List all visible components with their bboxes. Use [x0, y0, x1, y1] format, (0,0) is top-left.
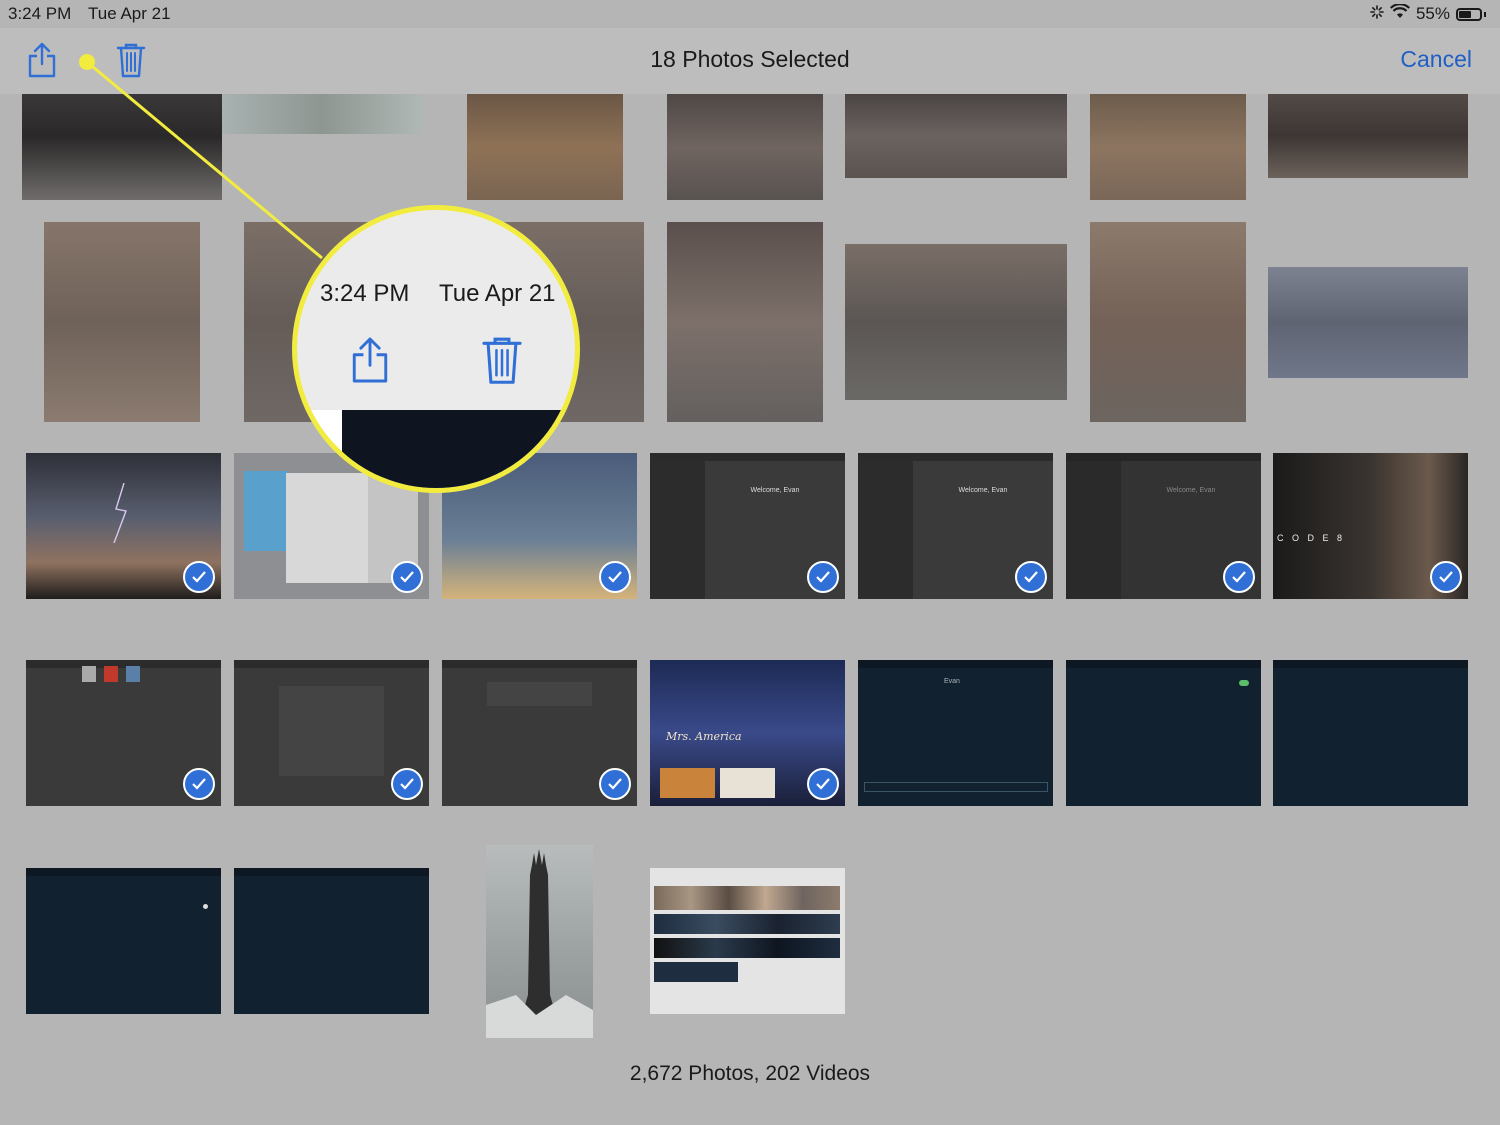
photo-thumbnail[interactable]: [26, 868, 221, 1014]
photo-thumbnail[interactable]: [845, 244, 1067, 400]
profile-name: Evan: [944, 678, 960, 685]
cancel-button[interactable]: Cancel: [1400, 46, 1472, 73]
selected-check-icon: [183, 561, 215, 593]
share-icon: [349, 335, 391, 390]
selected-check-icon: [1430, 561, 1462, 593]
navigation-bar: 18 Photos Selected Cancel: [0, 28, 1500, 94]
selected-check-icon: [1015, 561, 1047, 593]
movie-title: Mrs. America: [666, 730, 742, 743]
photo-thumbnail[interactable]: [667, 222, 823, 422]
photo-thumbnail[interactable]: [234, 868, 429, 1014]
selected-check-icon: [599, 561, 631, 593]
photo-thumbnail[interactable]: [22, 94, 222, 200]
photo-thumbnail[interactable]: [650, 868, 845, 1014]
photo-thumbnail[interactable]: [1090, 94, 1246, 200]
photo-thumbnail[interactable]: [486, 845, 593, 1038]
callout-date: Tue Apr 21: [439, 280, 556, 307]
status-bar: 3:24 PM Tue Apr 21 55%: [0, 0, 1500, 28]
battery-icon: [1456, 7, 1482, 21]
welcome-text: Welcome, Evan: [750, 487, 800, 494]
selected-check-icon: [391, 768, 423, 800]
trash-icon: [481, 335, 523, 390]
photo-thumbnail[interactable]: [44, 222, 200, 422]
selected-check-icon: [391, 561, 423, 593]
photo-thumbnail[interactable]: Evan: [858, 660, 1053, 806]
movie-title: C O D E 8: [1277, 533, 1346, 543]
photo-thumbnail[interactable]: [26, 453, 221, 599]
selected-check-icon: [599, 768, 631, 800]
wifi-icon: [1389, 3, 1410, 24]
callout-time: 3:24 PM: [320, 280, 410, 307]
selected-check-icon: [807, 561, 839, 593]
selected-check-icon: [807, 768, 839, 800]
photo-thumbnail[interactable]: [1268, 267, 1468, 378]
selected-check-icon: [1223, 561, 1255, 593]
photo-thumbnail[interactable]: [1066, 660, 1261, 806]
photo-thumbnail[interactable]: [234, 660, 429, 806]
photo-thumbnail[interactable]: Welcome, Evan: [650, 453, 845, 599]
photo-thumbnail[interactable]: [26, 660, 221, 806]
battery-percent: 55%: [1415, 4, 1450, 23]
photo-thumbnail[interactable]: [1268, 94, 1468, 178]
photo-thumbnail[interactable]: [1090, 222, 1246, 422]
tower-icon: [486, 849, 593, 1038]
lightning-icon: [113, 483, 127, 543]
photo-thumbnail[interactable]: C O D E 8: [1273, 453, 1468, 599]
zoom-callout: 3:24 PM Tue Apr 21: [292, 205, 580, 493]
photo-grid: Welcome, Evan Welcome, Evan Welcome, Eva…: [0, 94, 1500, 1125]
status-time: 3:24 PM: [8, 4, 72, 23]
photo-thumbnail[interactable]: [845, 94, 1067, 178]
selected-check-icon: [183, 768, 215, 800]
photo-thumbnail[interactable]: Welcome, Evan: [858, 453, 1053, 599]
photo-thumbnail[interactable]: [1273, 660, 1468, 806]
photo-thumbnail[interactable]: [222, 94, 422, 134]
photo-thumbnail[interactable]: Welcome, Evan: [1066, 453, 1261, 599]
photo-thumbnail[interactable]: [442, 660, 637, 806]
activity-icon: [1370, 4, 1384, 24]
library-count: 2,672 Photos, 202 Videos: [629, 1062, 871, 1085]
photo-thumbnail[interactable]: [467, 94, 623, 200]
welcome-text: Welcome, Evan: [958, 487, 1008, 494]
status-indicators: 55%: [1370, 3, 1486, 24]
photo-thumbnail[interactable]: [667, 94, 823, 200]
photo-thumbnail[interactable]: Mrs. America: [650, 660, 845, 806]
page-title: 18 Photos Selected: [650, 46, 850, 72]
welcome-text: Welcome, Evan: [1166, 487, 1216, 494]
status-date: Tue Apr 21: [88, 4, 171, 23]
